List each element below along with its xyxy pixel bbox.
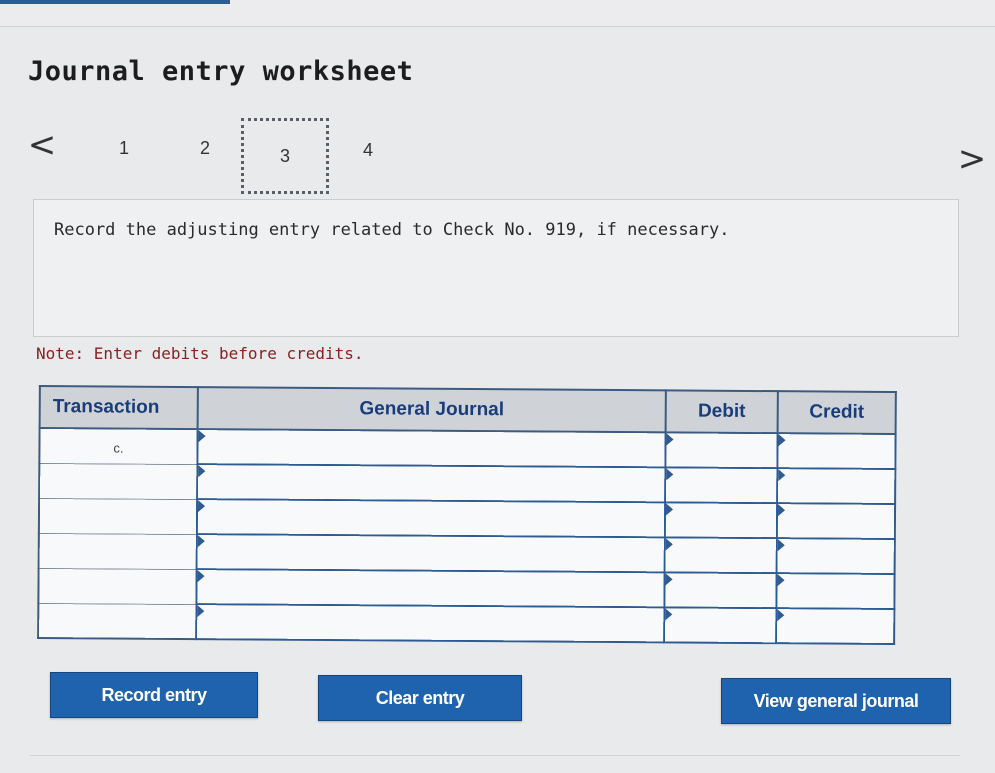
transaction-cell [38, 533, 197, 570]
debit-input[interactable] [664, 572, 777, 609]
table-row [38, 498, 896, 539]
chevron-right-icon[interactable]: > [958, 142, 987, 176]
table-row: c. [39, 428, 896, 469]
account-input[interactable] [196, 569, 665, 608]
transaction-cell [38, 568, 197, 605]
top-accent-bar [0, 0, 230, 4]
note-text: Note: Enter debits before credits. [36, 344, 364, 363]
transaction-cell [38, 603, 197, 640]
divider [30, 755, 960, 756]
chevron-left-icon[interactable]: < [28, 128, 57, 162]
account-input[interactable] [197, 429, 666, 468]
journal-header-row: Transaction General Journal Debit Credit [39, 386, 896, 434]
debit-input[interactable] [664, 607, 777, 644]
credit-input[interactable] [777, 433, 896, 469]
debit-input[interactable] [664, 502, 778, 539]
table-row [38, 603, 895, 644]
table-row [39, 463, 896, 504]
clear-entry-button[interactable]: Clear entry [318, 675, 522, 721]
table-row [38, 533, 895, 574]
credit-input[interactable] [777, 468, 896, 504]
debit-input[interactable] [664, 537, 777, 574]
transaction-cell [38, 498, 198, 535]
page-tab-2[interactable]: 2 [185, 128, 225, 168]
transaction-cell [39, 463, 198, 500]
journal-table: Transaction General Journal Debit Credit… [37, 385, 897, 645]
credit-input[interactable] [776, 573, 895, 609]
view-general-journal-button[interactable]: View general journal [721, 678, 951, 724]
transaction-cell: c. [39, 428, 198, 465]
debit-input[interactable] [665, 467, 778, 504]
record-entry-button[interactable]: Record entry [50, 672, 258, 718]
top-bar [0, 0, 995, 27]
account-input[interactable] [197, 464, 666, 503]
page-tab-4[interactable]: 4 [348, 130, 388, 170]
account-input[interactable] [196, 534, 665, 573]
header-transaction: Transaction [39, 386, 198, 430]
credit-input[interactable] [776, 503, 896, 539]
page-tab-1[interactable]: 1 [104, 128, 144, 168]
prompt-text: Record the adjusting entry related to Ch… [54, 220, 730, 240]
header-general-journal: General Journal [197, 387, 666, 433]
account-input[interactable] [196, 604, 665, 643]
transaction-label: c. [113, 440, 124, 456]
credit-input[interactable] [776, 608, 895, 644]
page-tab-3-active[interactable]: 3 [241, 118, 329, 194]
debit-input[interactable] [665, 432, 778, 469]
credit-input[interactable] [776, 538, 895, 574]
header-debit: Debit [665, 390, 778, 434]
page-title: Journal entry worksheet [28, 56, 414, 87]
prompt-box: Record the adjusting entry related to Ch… [33, 199, 959, 337]
table-row [38, 568, 895, 609]
header-credit: Credit [777, 391, 896, 434]
account-input[interactable] [196, 499, 666, 538]
